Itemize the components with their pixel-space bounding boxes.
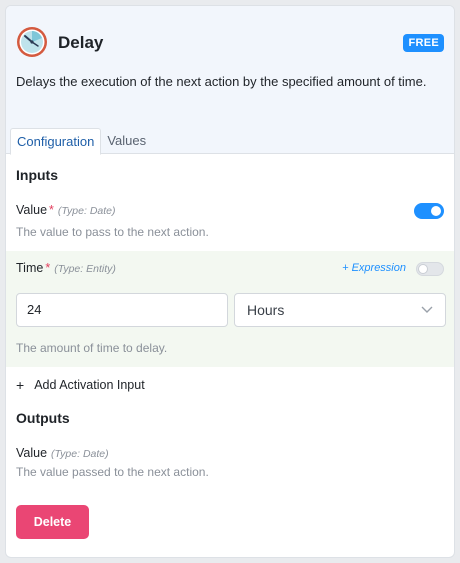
add-activation-label: Add Activation Input [34,378,145,392]
inputs-section-title: Inputs [16,167,58,183]
expression-toggle[interactable] [416,262,444,276]
node-config-panel: Delay FREE Delays the execution of the n… [5,5,455,558]
type-hint: (Type: Entity) [54,263,116,275]
toggle-knob [431,206,441,216]
node-title: Delay [58,33,104,52]
value-help-text: The value to pass to the next action. [16,225,209,239]
add-activation-input-button[interactable]: + Add Activation Input [16,377,145,393]
time-unit-value: Hours [247,302,285,318]
time-field-label: Time * (Type: Entity) [16,261,116,275]
node-description: Delays the execution of the next action … [16,74,427,89]
type-hint: (Type: Date) [57,205,116,217]
plan-badge: FREE [403,34,444,52]
time-help-text: The amount of time to delay. [16,341,168,355]
time-label-text: Time [16,261,44,275]
toggle-knob [418,264,428,274]
plus-icon: + [16,377,25,393]
output-value-label: Value (Type: Date) [16,446,109,460]
value-label-text: Value [16,203,48,217]
output-help-text: The value passed to the next action. [16,465,209,479]
panel-header: Delay FREE Delays the execution of the n… [6,6,454,155]
output-label-text: Value [16,446,48,460]
outputs-section-title: Outputs [16,410,70,426]
tab-configuration[interactable]: Configuration [10,128,102,155]
required-mark: * [45,261,51,275]
value-field-label: Value * (Type: Date) [16,203,116,217]
tab-values[interactable]: Values [101,128,152,154]
clock-icon [16,26,48,58]
expression-link[interactable]: + Expression [342,262,406,274]
type-hint: (Type: Date) [51,448,109,460]
delete-button[interactable]: Delete [16,505,89,539]
chevron-down-icon [421,306,433,313]
value-toggle[interactable] [414,203,444,219]
time-unit-select[interactable]: Hours [234,293,446,327]
required-mark: * [49,203,54,217]
time-amount-input[interactable]: 24 [16,293,228,327]
tab-bar: Configuration Values [10,128,152,155]
